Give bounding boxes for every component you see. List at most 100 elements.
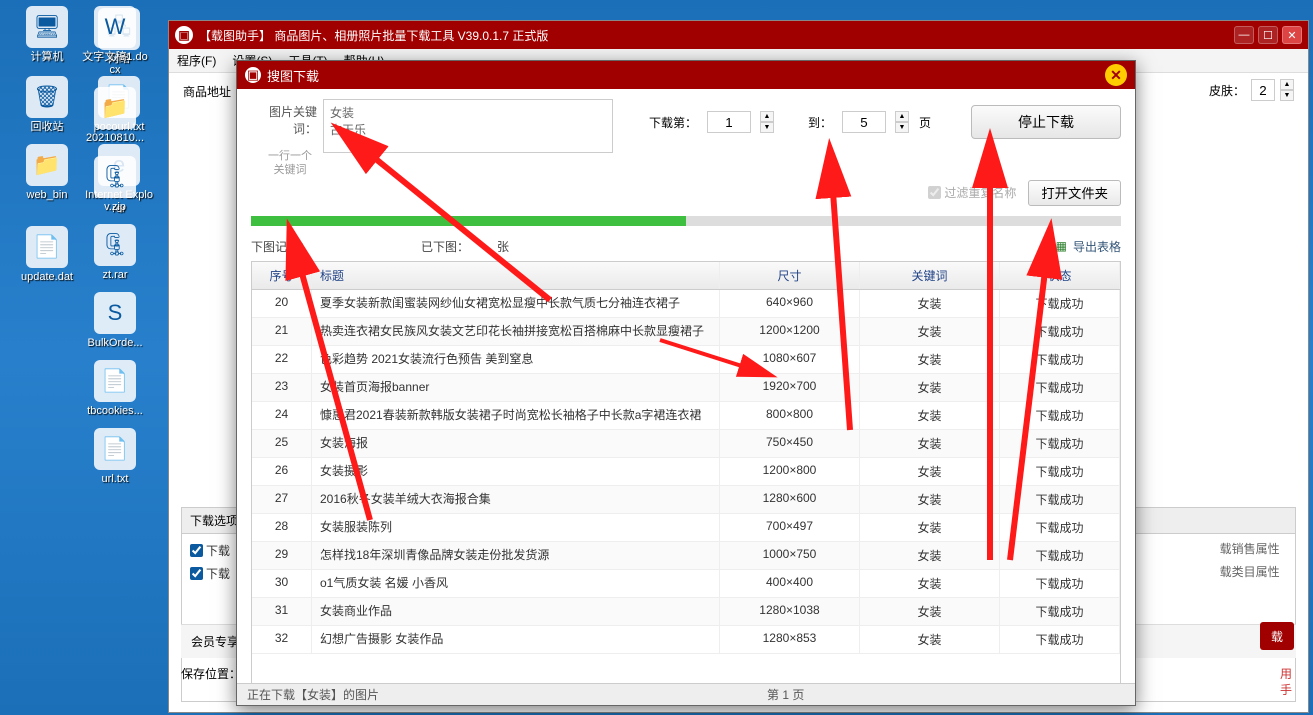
vip-label: 会员专享 bbox=[191, 633, 239, 650]
page-from-label: 下载第： bbox=[649, 114, 697, 131]
side-download-button[interactable]: 载 bbox=[1260, 622, 1294, 650]
col-keyword[interactable]: 关键词 bbox=[860, 262, 1000, 289]
minimize-button[interactable]: — bbox=[1234, 26, 1254, 44]
cell-title: 2016秋冬女装羊绒大衣海报合集 bbox=[312, 486, 720, 513]
main-titlebar: ▣ 【载图助手】 商品图片、相册照片批量下载工具 V39.0.1.7 正式版 —… bbox=[169, 21, 1308, 49]
desktop-icon[interactable]: 📄tbcookies... bbox=[80, 360, 150, 418]
status-left: 正在下载【女装】的图片 bbox=[247, 686, 747, 703]
icon-label: url.txt bbox=[102, 473, 129, 486]
cell-title: 女装商业作品 bbox=[312, 598, 720, 625]
table-row[interactable]: 21热卖连衣裙女民族风女装文艺印花长袖拼接宽松百搭棉麻中长款显瘦裙子1200×1… bbox=[252, 318, 1120, 346]
table-row[interactable]: 25女装海报750×450女装下载成功 bbox=[252, 430, 1120, 458]
cell-size: 1920×700 bbox=[720, 374, 860, 401]
file-icon: 📄 bbox=[94, 360, 136, 402]
table-row[interactable]: 32幻想广告摄影 女装作品1280×853女装下载成功 bbox=[252, 626, 1120, 654]
skin-up[interactable]: ▲ bbox=[1280, 79, 1294, 90]
cell-index: 26 bbox=[252, 458, 312, 485]
page-unit: 页 bbox=[919, 114, 931, 131]
cell-status: 下载成功 bbox=[1000, 542, 1120, 569]
cell-title: o1气质女装 名媛 小香风 bbox=[312, 570, 720, 597]
open-folder-button[interactable]: 打开文件夹 bbox=[1028, 180, 1121, 206]
cell-size: 700×497 bbox=[720, 514, 860, 541]
skin-down[interactable]: ▼ bbox=[1280, 90, 1294, 101]
cell-title: 夏季女装新款闺蜜装网纱仙女裙宽松显瘦中长款气质七分袖连衣裙子 bbox=[312, 290, 720, 317]
table-header: 序号 标题 尺寸 关键词 状态 bbox=[252, 262, 1120, 290]
table-row[interactable]: 31女装商业作品1280×1038女装下载成功 bbox=[252, 598, 1120, 626]
table-row[interactable]: 22色彩趋势 2021女装流行色预告 美到窒息1080×607女装下载成功 bbox=[252, 346, 1120, 374]
desktop-icon[interactable]: 🗜zt.rar bbox=[80, 224, 150, 282]
table-row[interactable]: 30o1气质女装 名媛 小香风400×400女装下载成功 bbox=[252, 570, 1120, 598]
maximize-button[interactable]: ☐ bbox=[1258, 26, 1278, 44]
filter-dup-checkbox[interactable] bbox=[928, 186, 941, 199]
cell-title: 色彩趋势 2021女装流行色预告 美到窒息 bbox=[312, 346, 720, 373]
page-from-input[interactable] bbox=[707, 111, 751, 133]
desktop-icon[interactable]: 🖥计算机 bbox=[12, 6, 82, 64]
page-to-down[interactable]: ▼ bbox=[895, 122, 909, 133]
stop-download-button[interactable]: 停止下载 bbox=[971, 105, 1121, 139]
col-status[interactable]: 状态 bbox=[1000, 262, 1120, 289]
export-table-link[interactable]: ⇩▦ 导出表格 bbox=[1046, 238, 1121, 255]
table-row[interactable]: 28女装服装陈列700×497女装下载成功 bbox=[252, 514, 1120, 542]
cell-status: 下载成功 bbox=[1000, 430, 1120, 457]
file-icon: 🗜 bbox=[94, 156, 136, 198]
table-row[interactable]: 272016秋冬女装羊绒大衣海报合集1280×600女装下载成功 bbox=[252, 486, 1120, 514]
table-row[interactable]: 26女装摄影1200×800女装下载成功 bbox=[252, 458, 1120, 486]
cell-index: 28 bbox=[252, 514, 312, 541]
cell-status: 下载成功 bbox=[1000, 486, 1120, 513]
page-to-up[interactable]: ▲ bbox=[895, 111, 909, 122]
chk-download-1[interactable] bbox=[190, 544, 203, 557]
cell-title: 女装海报 bbox=[312, 430, 720, 457]
desktop-icon[interactable]: 📁web_bin bbox=[12, 144, 82, 202]
page-to-input[interactable] bbox=[842, 111, 886, 133]
cell-title: 女装服装陈列 bbox=[312, 514, 720, 541]
table-row[interactable]: 20夏季女装新款闺蜜装网纱仙女裙宽松显瘦中长款气质七分袖连衣裙子640×960女… bbox=[252, 290, 1120, 318]
skin-label: 皮肤： bbox=[1209, 82, 1245, 99]
col-index[interactable]: 序号 bbox=[252, 262, 312, 289]
table-row[interactable]: 29怎样找18年深圳青像品牌女装走份批发货源1000×750女装下载成功 bbox=[252, 542, 1120, 570]
close-button[interactable]: ✕ bbox=[1282, 26, 1302, 44]
col-size[interactable]: 尺寸 bbox=[720, 262, 860, 289]
address-label: 商品地址 bbox=[183, 83, 231, 100]
skin-input[interactable] bbox=[1251, 79, 1275, 101]
table-body[interactable]: 20夏季女装新款闺蜜装网纱仙女裙宽松显瘦中长款气质七分袖连衣裙子640×960女… bbox=[252, 290, 1120, 690]
cell-keyword: 女装 bbox=[860, 486, 1000, 513]
file-icon: S bbox=[94, 292, 136, 334]
icon-label: 回收站 bbox=[31, 121, 64, 134]
cell-keyword: 女装 bbox=[860, 570, 1000, 597]
desktop-icon[interactable]: 📁20210810... bbox=[80, 87, 150, 145]
desktop-icon[interactable]: 📄url.txt bbox=[80, 428, 150, 486]
cell-status: 下载成功 bbox=[1000, 570, 1120, 597]
file-icon: 🖥 bbox=[26, 6, 68, 48]
desktop-icon[interactable]: W文字文稿1.docx bbox=[80, 6, 150, 77]
cell-title: 怎样找18年深圳青像品牌女装走份批发货源 bbox=[312, 542, 720, 569]
cell-size: 1280×853 bbox=[720, 626, 860, 653]
cell-title: 热卖连衣裙女民族风女装文艺印花长袖拼接宽松百搭棉麻中长款显瘦裙子 bbox=[312, 318, 720, 345]
chk-download-2[interactable] bbox=[190, 567, 203, 580]
modal-close-button[interactable]: ✕ bbox=[1105, 64, 1127, 86]
cell-index: 24 bbox=[252, 402, 312, 429]
keyword-textarea[interactable] bbox=[323, 99, 613, 153]
menu-program[interactable]: 程序(F) bbox=[177, 52, 216, 69]
cell-keyword: 女装 bbox=[860, 430, 1000, 457]
col-title[interactable]: 标题 bbox=[312, 262, 720, 289]
cell-status: 下载成功 bbox=[1000, 318, 1120, 345]
desktop-icon[interactable]: 📄update.dat bbox=[12, 226, 82, 284]
cell-size: 1200×1200 bbox=[720, 318, 860, 345]
page-from-up[interactable]: ▲ bbox=[760, 111, 774, 122]
cell-size: 1080×607 bbox=[720, 346, 860, 373]
cell-keyword: 女装 bbox=[860, 458, 1000, 485]
desktop-icon[interactable]: 🗑回收站 bbox=[12, 76, 82, 134]
cell-status: 下载成功 bbox=[1000, 402, 1120, 429]
cell-index: 25 bbox=[252, 430, 312, 457]
table-row[interactable]: 23女装首页海报banner1920×700女装下载成功 bbox=[252, 374, 1120, 402]
cell-title: 女装首页海报banner bbox=[312, 374, 720, 401]
desktop-icon[interactable]: 🗜v.zip bbox=[80, 156, 150, 214]
file-icon: 🗜 bbox=[94, 224, 136, 266]
modal-titlebar: ▣ 搜图下载 ✕ bbox=[237, 61, 1135, 89]
modal-statusbar: 正在下载【女装】的图片 第 1 页 bbox=[237, 683, 1135, 705]
table-row[interactable]: 24慷惠君2021春装新款韩版女装裙子时尚宽松长袖格子中长款a字裙连衣裙800×… bbox=[252, 402, 1120, 430]
page-from-down[interactable]: ▼ bbox=[760, 122, 774, 133]
tip-text-b: 手 bbox=[1280, 681, 1292, 698]
desktop-icon[interactable]: SBulkOrde... bbox=[80, 292, 150, 350]
cell-status: 下载成功 bbox=[1000, 598, 1120, 625]
